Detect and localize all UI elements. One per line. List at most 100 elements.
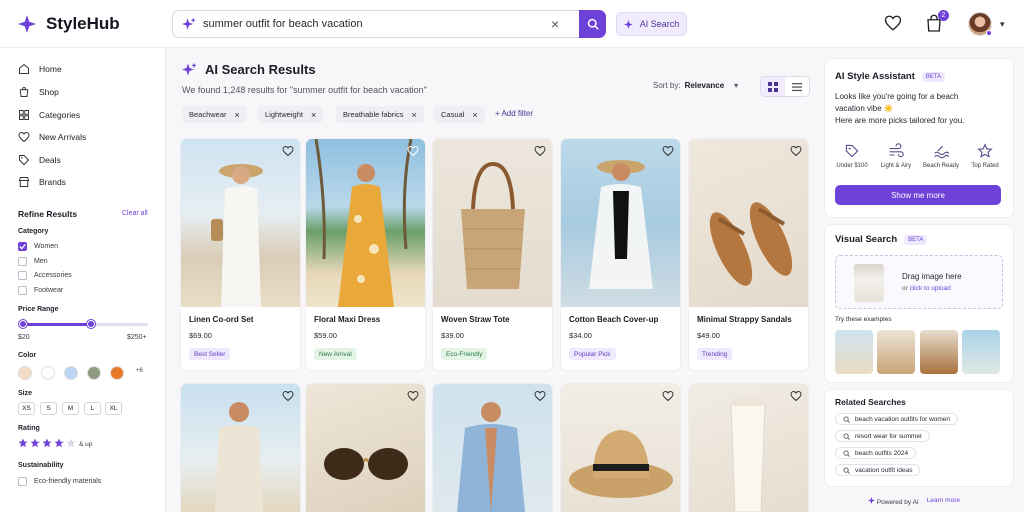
- product-image[interactable]: [306, 139, 425, 307]
- related-search-item[interactable]: beach outfits 2024: [835, 447, 917, 459]
- remove-chip-icon[interactable]: ×: [235, 110, 240, 120]
- search-box[interactable]: ×: [172, 10, 606, 38]
- more-colors[interactable]: +6: [136, 368, 143, 374]
- brand-logo[interactable]: StyleHub: [18, 14, 120, 34]
- related-search-item[interactable]: vacation outfit ideas: [835, 464, 921, 476]
- product-card[interactable]: [306, 384, 425, 512]
- sidebar-item-shop[interactable]: Shop: [18, 84, 59, 100]
- favorite-heart-icon[interactable]: [282, 390, 294, 402]
- example-image-tote[interactable]: [877, 330, 915, 374]
- favorite-heart-icon[interactable]: [662, 145, 674, 157]
- favorite-heart-icon[interactable]: [790, 145, 802, 157]
- size-xl[interactable]: XL: [105, 402, 122, 415]
- product-image[interactable]: [561, 384, 680, 512]
- size-xs[interactable]: XS: [18, 402, 35, 415]
- product-badge: Popular Pick: [569, 348, 616, 360]
- remove-chip-icon[interactable]: ×: [472, 110, 477, 120]
- product-name[interactable]: Minimal Strappy Sandals: [697, 315, 792, 324]
- favorite-heart-icon[interactable]: [790, 390, 802, 402]
- product-image[interactable]: [689, 384, 808, 512]
- color-swatch-orange[interactable]: [110, 366, 124, 380]
- product-card[interactable]: [561, 384, 680, 512]
- sidebar-item-brands[interactable]: Brands: [18, 174, 66, 190]
- search-input[interactable]: [203, 15, 543, 33]
- color-swatch-white[interactable]: [41, 366, 55, 380]
- category-men-checkbox[interactable]: Men: [18, 256, 48, 267]
- favorite-heart-icon[interactable]: [407, 145, 419, 157]
- price-slider-min-handle[interactable]: [19, 320, 27, 328]
- filter-chip-beachwear[interactable]: Beachwear ×: [182, 106, 247, 123]
- wishlist-heart-icon[interactable]: [884, 14, 902, 32]
- product-image[interactable]: [181, 384, 300, 512]
- size-m[interactable]: M: [62, 402, 79, 415]
- feature-light-airy[interactable]: Light & Airy: [874, 143, 918, 169]
- related-search-item[interactable]: beach vacation outfits for women: [835, 413, 959, 425]
- color-swatch-sage[interactable]: [87, 366, 101, 380]
- sort-dropdown[interactable]: Sort by: Relevance ▾: [653, 81, 738, 90]
- product-card[interactable]: [181, 384, 300, 512]
- clear-all-link[interactable]: Clear all: [122, 210, 148, 217]
- sidebar-item-deals[interactable]: Deals: [18, 152, 61, 168]
- size-l[interactable]: L: [84, 402, 101, 415]
- product-image[interactable]: [433, 139, 552, 307]
- example-image-sandals[interactable]: [920, 330, 958, 374]
- filter-chip-casual[interactable]: Casual ×: [434, 106, 485, 123]
- remove-chip-icon[interactable]: ×: [311, 110, 316, 120]
- category-footwear-checkbox[interactable]: Footwear: [18, 285, 63, 296]
- product-image[interactable]: [689, 139, 808, 307]
- price-slider-max-handle[interactable]: [87, 320, 95, 328]
- feature-under-100[interactable]: Under $100: [830, 143, 874, 169]
- product-image[interactable]: [561, 139, 680, 307]
- favorite-heart-icon[interactable]: [407, 390, 419, 402]
- sidebar-item-home[interactable]: Home: [18, 61, 62, 77]
- favorite-heart-icon[interactable]: [534, 390, 546, 402]
- product-card[interactable]: [433, 384, 552, 512]
- sidebar-item-categories[interactable]: Categories: [18, 107, 80, 123]
- feature-top-rated[interactable]: Top Rated: [963, 143, 1007, 169]
- category-women-checkbox[interactable]: Women: [18, 241, 58, 252]
- product-name[interactable]: Linen Co-ord Set: [189, 315, 253, 324]
- related-search-item[interactable]: resort wear for summer: [835, 430, 931, 442]
- image-drop-zone[interactable]: Drag image here or click to upload: [835, 255, 1003, 309]
- color-swatch-light-blue[interactable]: [64, 366, 78, 380]
- filter-chip-lightweight[interactable]: Lightweight ×: [258, 106, 324, 123]
- example-image-outfit[interactable]: [835, 330, 873, 374]
- show-me-more-button[interactable]: Show me more: [835, 185, 1001, 205]
- clear-search-icon[interactable]: ×: [551, 16, 559, 32]
- grid-view-button[interactable]: [761, 77, 785, 96]
- size-s[interactable]: S: [40, 402, 57, 415]
- remove-chip-icon[interactable]: ×: [411, 110, 416, 120]
- feature-beach-ready[interactable]: Beach Ready: [919, 143, 963, 169]
- favorite-heart-icon[interactable]: [282, 145, 294, 157]
- learn-more-link[interactable]: Learn more: [927, 497, 960, 506]
- category-accessories-checkbox[interactable]: Accessories: [18, 270, 72, 281]
- product-card[interactable]: Minimal Strappy Sandals $49.00 Trending: [689, 139, 808, 370]
- rating-stars[interactable]: [18, 438, 76, 448]
- product-image[interactable]: [181, 139, 300, 307]
- list-view-button[interactable]: [785, 77, 809, 96]
- product-card[interactable]: Woven Straw Tote $39.00 Eco-Friendly: [433, 139, 552, 370]
- product-card[interactable]: Linen Co-ord Set $69.00 Best Seller: [181, 139, 300, 370]
- chevron-down-icon[interactable]: ▾: [1000, 19, 1005, 30]
- favorite-heart-icon[interactable]: [662, 390, 674, 402]
- eco-friendly-checkbox[interactable]: Eco-friendly materials: [18, 476, 101, 487]
- checkbox: [18, 286, 27, 295]
- related-searches-panel: Related Searches beach vacation outfits …: [825, 390, 1013, 486]
- product-name[interactable]: Woven Straw Tote: [441, 315, 510, 324]
- example-image-beach[interactable]: [962, 330, 1000, 374]
- product-name[interactable]: Cotton Beach Cover-up: [569, 315, 658, 324]
- ai-search-button[interactable]: AI Search: [616, 12, 687, 36]
- search-button[interactable]: [579, 10, 606, 38]
- filter-chip-breathable[interactable]: Breathable fabrics ×: [336, 106, 424, 123]
- favorite-heart-icon[interactable]: [534, 145, 546, 157]
- product-card[interactable]: Floral Maxi Dress $59.00 New Arrival: [306, 139, 425, 370]
- product-card[interactable]: [689, 384, 808, 512]
- click-to-upload-link[interactable]: click to upload: [910, 285, 951, 292]
- color-swatch-beige[interactable]: [18, 366, 32, 380]
- product-card[interactable]: Cotton Beach Cover-up $34.00 Popular Pic…: [561, 139, 680, 370]
- add-filter-button[interactable]: + Add filter: [495, 109, 533, 118]
- product-image[interactable]: [306, 384, 425, 512]
- product-name[interactable]: Floral Maxi Dress: [314, 315, 380, 324]
- sidebar-item-new-arrivals[interactable]: New Arrivals: [18, 129, 86, 145]
- product-image[interactable]: [433, 384, 552, 512]
